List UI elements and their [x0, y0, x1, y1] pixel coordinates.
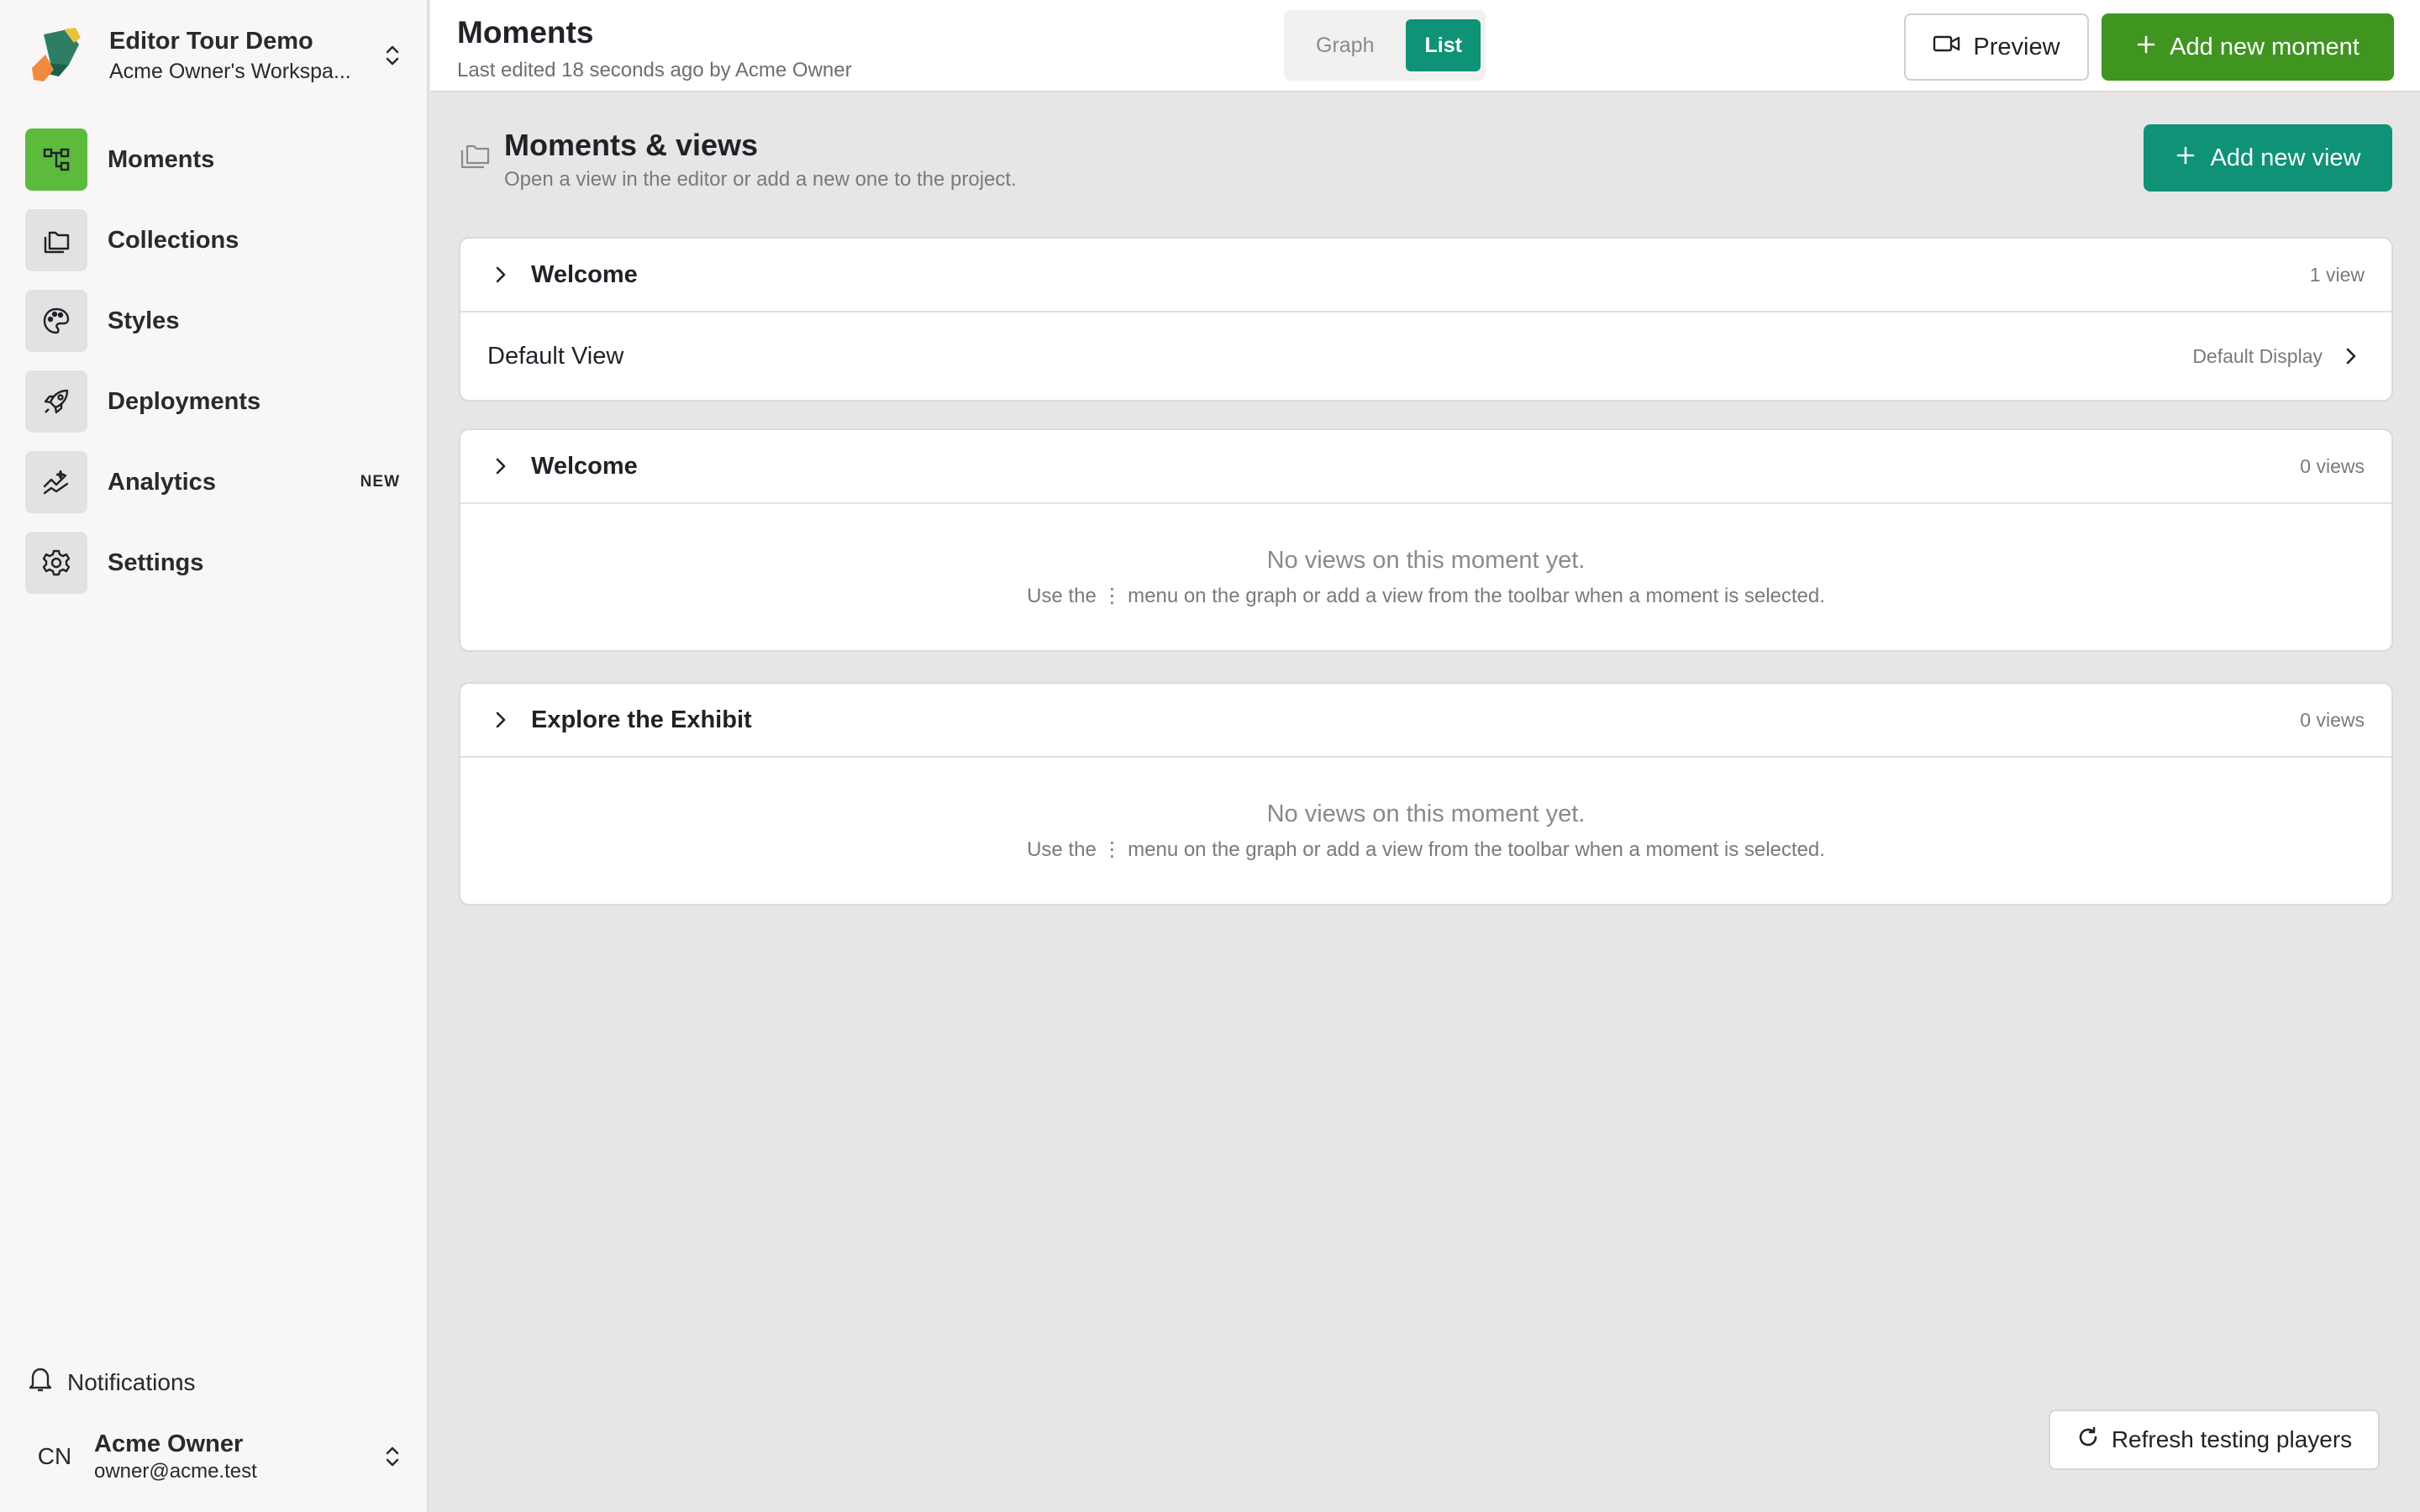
sidebar-item-label: Settings: [108, 549, 204, 576]
last-edited-text: Last edited 18 seconds ago by Acme Owner: [457, 59, 852, 81]
add-view-button[interactable]: Add new view: [2144, 124, 2392, 192]
moment-header[interactable]: Welcome 0 views: [460, 430, 2391, 504]
chevron-updown-icon[interactable]: [381, 39, 403, 72]
section-title: Moments & views: [504, 128, 759, 162]
top-header: Moments Last edited 18 seconds ago by Ac…: [430, 0, 2420, 92]
plus-icon: [2136, 34, 2156, 61]
empty-title: No views on this moment yet.: [1266, 801, 1586, 827]
moment-card: Welcome 1 view Default View Default Disp…: [459, 237, 2393, 402]
refresh-label: Refresh testing players: [2111, 1426, 2353, 1452]
tab-list[interactable]: List: [1406, 19, 1481, 71]
sidebar-item-label: Analytics: [108, 468, 216, 496]
project-name: Editor Tour Demo: [109, 28, 313, 55]
sidebar-item-collections[interactable]: Collections: [25, 207, 403, 274]
folder-stack-icon: [459, 141, 491, 174]
sidebar-item-label: Styles: [108, 307, 180, 334]
main-content: Moments & views Open a view in the edito…: [430, 94, 2420, 1512]
view-count: 1 view: [2309, 263, 2365, 286]
user-menu[interactable]: CN Acme Owner owner@acme.test: [25, 1423, 403, 1490]
app-logo: [25, 26, 84, 85]
moment-card: Welcome 0 views No views on this moment …: [459, 428, 2393, 652]
refresh-icon: [2076, 1425, 2100, 1455]
bell-icon: [29, 1366, 52, 1399]
workspace-name: Acme Owner's Workspa...: [109, 60, 351, 83]
moment-title: Welcome: [531, 260, 638, 288]
view-row[interactable]: Default View Default Display: [460, 312, 2391, 400]
gear-icon: [25, 532, 87, 594]
empty-state: No views on this moment yet. Use the ⋮ m…: [460, 504, 2391, 650]
user-name: Acme Owner: [94, 1431, 244, 1457]
view-count: 0 views: [2300, 454, 2365, 477]
analytics-icon: [25, 451, 87, 513]
empty-title: No views on this moment yet.: [1266, 547, 1586, 574]
sidebar-item-analytics[interactable]: Analytics NEW: [25, 449, 403, 516]
sidebar-item-styles[interactable]: Styles: [25, 287, 403, 354]
sidebar-nav: Moments Collections Styles Deployments A…: [25, 126, 403, 610]
rocket-icon: [25, 370, 87, 433]
view-name: Default View: [487, 342, 624, 370]
workspace-switcher[interactable]: Editor Tour Demo Acme Owner's Workspa...: [25, 22, 403, 89]
empty-hint: Use the ⋮ menu on the graph or add a vie…: [1027, 838, 1825, 861]
video-camera-icon: [1933, 33, 1961, 61]
user-email: owner@acme.test: [94, 1460, 257, 1483]
chevron-right-icon: [2344, 347, 2358, 365]
new-badge: NEW: [360, 473, 400, 491]
empty-state: No views on this moment yet. Use the ⋮ m…: [460, 758, 2391, 904]
palette-icon: [25, 290, 87, 352]
plus-icon: [2175, 144, 2196, 172]
sidebar: Editor Tour Demo Acme Owner's Workspa...…: [0, 0, 429, 1512]
add-moment-button[interactable]: Add new moment: [2102, 13, 2394, 81]
tab-graph[interactable]: Graph: [1291, 19, 1399, 71]
view-display: Default Display: [2192, 344, 2323, 367]
view-count: 0 views: [2300, 708, 2365, 731]
view-toggle: Graph List: [1284, 10, 1486, 81]
chevron-updown-icon[interactable]: [381, 1440, 403, 1473]
preview-label: Preview: [1973, 33, 2060, 60]
empty-hint: Use the ⋮ menu on the graph or add a vie…: [1027, 585, 1825, 607]
chevron-right-icon: [494, 457, 519, 475]
sidebar-item-label: Moments: [108, 145, 215, 173]
collections-icon: [25, 209, 87, 271]
chevron-right-icon: [494, 711, 519, 729]
moment-card: Explore the Exhibit 0 views No views on …: [459, 682, 2393, 906]
section-subtitle: Open a view in the editor or add a new o…: [504, 168, 1017, 191]
notifications-label: Notifications: [67, 1368, 196, 1395]
moment-header[interactable]: Welcome 1 view: [460, 239, 2391, 312]
sidebar-item-settings[interactable]: Settings: [25, 529, 403, 596]
sidebar-item-label: Collections: [108, 226, 239, 254]
moment-title: Explore the Exhibit: [531, 706, 752, 733]
avatar: CN: [37, 1443, 72, 1469]
notifications-link[interactable]: Notifications: [29, 1366, 196, 1399]
sidebar-item-label: Deployments: [108, 387, 261, 415]
moment-header[interactable]: Explore the Exhibit 0 views: [460, 684, 2391, 758]
add-view-label: Add new view: [2210, 144, 2361, 171]
preview-button[interactable]: Preview: [1904, 13, 2089, 81]
moments-icon: [25, 129, 87, 191]
sidebar-item-moments[interactable]: Moments: [25, 126, 403, 193]
moment-title: Welcome: [531, 452, 638, 480]
refresh-testing-players-button[interactable]: Refresh testing players: [2049, 1410, 2380, 1470]
page-title: Moments: [457, 15, 594, 50]
chevron-right-icon: [494, 265, 519, 284]
sidebar-item-deployments[interactable]: Deployments: [25, 368, 403, 435]
add-moment-label: Add new moment: [2170, 33, 2360, 60]
